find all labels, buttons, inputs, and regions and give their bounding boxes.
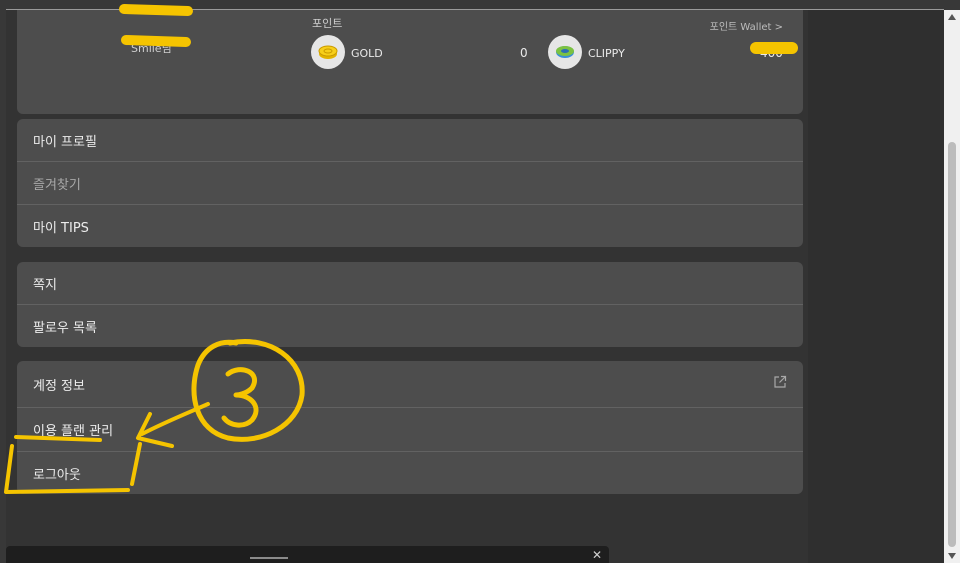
menu-item-account-info[interactable]: 계정 정보 <box>17 361 803 407</box>
gold-value: 0 <box>520 46 528 60</box>
menu-item-messages[interactable]: 쪽지 <box>17 262 803 304</box>
external-link-icon <box>773 375 787 393</box>
menu-group-profile: 마이 프로필 즐겨찾기 마이 TIPS <box>17 119 803 247</box>
menu-item-my-tips[interactable]: 마이 TIPS <box>17 204 803 247</box>
menu-item-label: 계정 정보 <box>33 378 85 394</box>
menu-item-label: 마이 TIPS <box>33 220 89 236</box>
menu-item-my-profile[interactable]: 마이 프로필 <box>17 119 803 161</box>
clippy-value: 400 <box>760 46 783 60</box>
menu-item-label: 이용 플랜 관리 <box>33 424 114 439</box>
scroll-down-icon[interactable] <box>948 553 956 559</box>
right-margin <box>808 10 944 563</box>
gold-label: GOLD <box>351 47 383 60</box>
gold-coin-icon <box>311 35 345 69</box>
clippy-coin-icon <box>548 35 582 69</box>
points-card: Smile님 포인트 포인트 Wallet > GOLD 0 CLIPPY 40… <box>17 10 803 114</box>
scroll-thumb[interactable] <box>948 142 956 547</box>
menu-item-label: 즐겨찾기 <box>33 177 81 193</box>
menu-item-favorites[interactable]: 즐겨찾기 <box>17 161 803 204</box>
menu-item-plan-management[interactable]: 이용 플랜 관리 <box>17 407 803 451</box>
drag-handle[interactable] <box>250 557 288 559</box>
menu-item-logout[interactable]: 로그아웃 <box>17 451 803 494</box>
menu-item-label: 팔로우 목록 <box>33 320 97 336</box>
close-icon[interactable]: ✕ <box>592 548 602 562</box>
bottom-panel: ✕ <box>6 546 609 563</box>
menu-item-follow-list[interactable]: 팔로우 목록 <box>17 304 803 347</box>
scroll-up-icon[interactable] <box>948 14 956 20</box>
clippy-label: CLIPPY <box>588 47 625 60</box>
menu-item-label: 로그아웃 <box>33 467 81 483</box>
points-title: 포인트 <box>312 17 343 30</box>
menu-group-social: 쪽지 팔로우 목록 <box>17 262 803 347</box>
menu-group-account: 계정 정보 이용 플랜 관리 로그아웃 <box>17 361 803 494</box>
menu-item-label: 마이 프로필 <box>33 134 97 150</box>
points-wallet-link[interactable]: 포인트 Wallet > <box>710 18 783 33</box>
scrollbar[interactable] <box>944 10 960 563</box>
menu-item-label: 쪽지 <box>33 277 57 293</box>
user-name: Smile님 <box>131 42 172 55</box>
